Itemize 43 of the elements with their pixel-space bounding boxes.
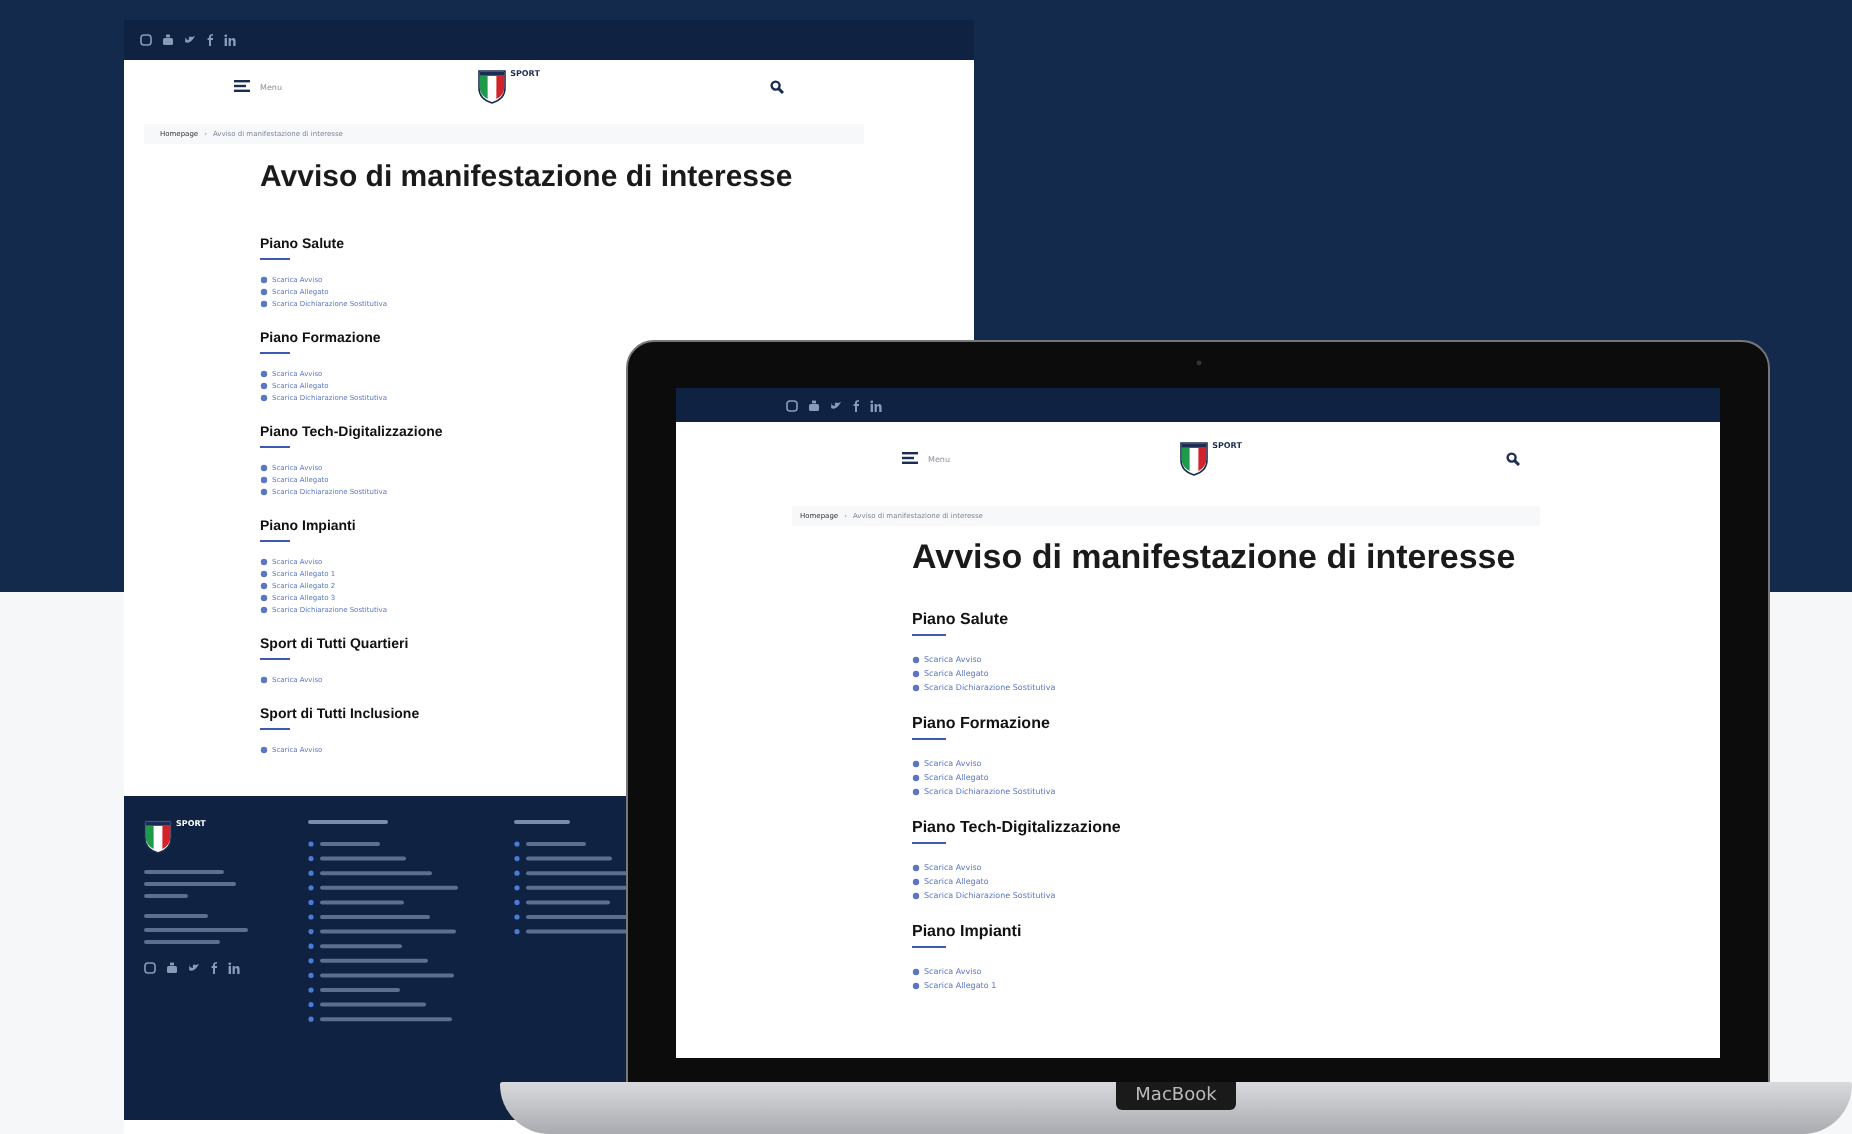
facebook-icon[interactable] (852, 399, 860, 411)
shield-flag-icon (1180, 441, 1209, 475)
heading-underline (912, 634, 946, 636)
page-title: Avviso di manifestazione di interesse (912, 538, 1518, 578)
instagram-icon[interactable] (140, 34, 152, 46)
menu-icon (234, 80, 250, 92)
heading-underline (260, 658, 290, 660)
menu-icon (902, 452, 918, 464)
facebook-icon[interactable] (206, 34, 214, 46)
heading-underline (912, 738, 946, 740)
linkedin-icon[interactable] (228, 962, 240, 974)
section-heading: Piano Formazione (912, 714, 1050, 732)
youtube-icon[interactable] (166, 962, 178, 974)
instagram-icon[interactable] (786, 399, 798, 411)
laptop-brand-label: MacBook (1115, 1082, 1237, 1110)
download-icon (260, 746, 268, 754)
linkedin-icon[interactable] (224, 34, 236, 46)
instagram-icon[interactable] (144, 962, 156, 974)
search-icon[interactable] (1506, 451, 1520, 465)
youtube-icon[interactable] (162, 34, 174, 46)
blurred-text-drawing (144, 870, 252, 946)
section-heading: Piano Tech-Digitalizzazione (912, 818, 1121, 836)
heading-underline (260, 446, 290, 448)
shield-flag-icon (478, 69, 507, 103)
heading-underline (260, 728, 290, 730)
section-heading: Piano Salute (912, 610, 1009, 628)
twitter-icon[interactable] (830, 399, 842, 411)
download-icon (260, 676, 268, 684)
twitter-icon[interactable] (184, 34, 196, 46)
youtube-icon[interactable] (808, 399, 820, 411)
page-title: Avviso di manifestazione di interesse (260, 160, 795, 194)
linkedin-icon[interactable] (870, 399, 882, 411)
heading-underline (912, 842, 946, 844)
search-icon[interactable] (770, 79, 784, 93)
heading-underline (260, 352, 290, 354)
camera-icon (1195, 360, 1201, 366)
shield-flag-icon (144, 820, 172, 854)
heading-underline (912, 946, 946, 948)
twitter-icon[interactable] (188, 962, 200, 974)
section-heading: Piano Impianti (912, 922, 1022, 940)
facebook-icon[interactable] (210, 962, 218, 974)
heading-underline (260, 258, 290, 260)
heading-underline (260, 540, 290, 542)
